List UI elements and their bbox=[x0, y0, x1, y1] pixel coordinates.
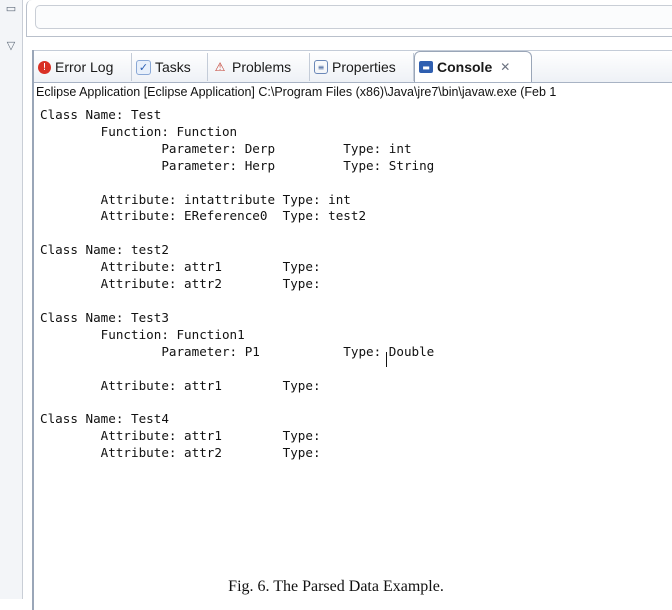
figure-caption: Fig. 6. The Parsed Data Example. bbox=[228, 578, 444, 595]
view-tab-strip: ! Error Log ✓ Tasks ⚠ Problems ≡ Propert… bbox=[34, 50, 672, 83]
tab-console[interactable]: ▬ Console ✕ bbox=[414, 51, 532, 82]
left-gutter: ▭ ▽ bbox=[0, 0, 23, 599]
tab-label: Properties bbox=[332, 59, 396, 75]
console-view: ! Error Log ✓ Tasks ⚠ Problems ≡ Propert… bbox=[32, 50, 672, 610]
tab-label: Problems bbox=[232, 59, 292, 75]
text-cursor bbox=[386, 352, 387, 367]
restore-icon[interactable]: ▭ bbox=[4, 3, 18, 15]
tab-problems[interactable]: ⚠ Problems bbox=[208, 53, 310, 81]
tasks-icon: ✓ bbox=[136, 59, 151, 75]
launch-configuration-label: Eclipse Application [Eclipse Application… bbox=[36, 85, 557, 99]
tab-label: Console bbox=[437, 59, 493, 75]
properties-icon: ≡ bbox=[314, 60, 328, 74]
tab-tasks[interactable]: ✓ Tasks bbox=[132, 53, 208, 81]
console-icon: ▬ bbox=[419, 61, 433, 73]
minimize-icon[interactable]: ▽ bbox=[4, 40, 18, 52]
tab-error-log[interactable]: ! Error Log bbox=[34, 53, 132, 81]
tab-properties[interactable]: ≡ Properties bbox=[310, 53, 414, 81]
error-log-icon: ! bbox=[38, 60, 51, 74]
console-output[interactable]: Class Name: Test Function: Function Para… bbox=[40, 107, 670, 547]
close-icon[interactable]: ✕ bbox=[500, 60, 510, 74]
top-panel-bar bbox=[35, 5, 672, 29]
tab-label: Error Log bbox=[55, 59, 114, 75]
top-editor-panel bbox=[26, 0, 672, 37]
tab-label: Tasks bbox=[155, 59, 191, 75]
problems-icon: ⚠ bbox=[214, 60, 226, 74]
